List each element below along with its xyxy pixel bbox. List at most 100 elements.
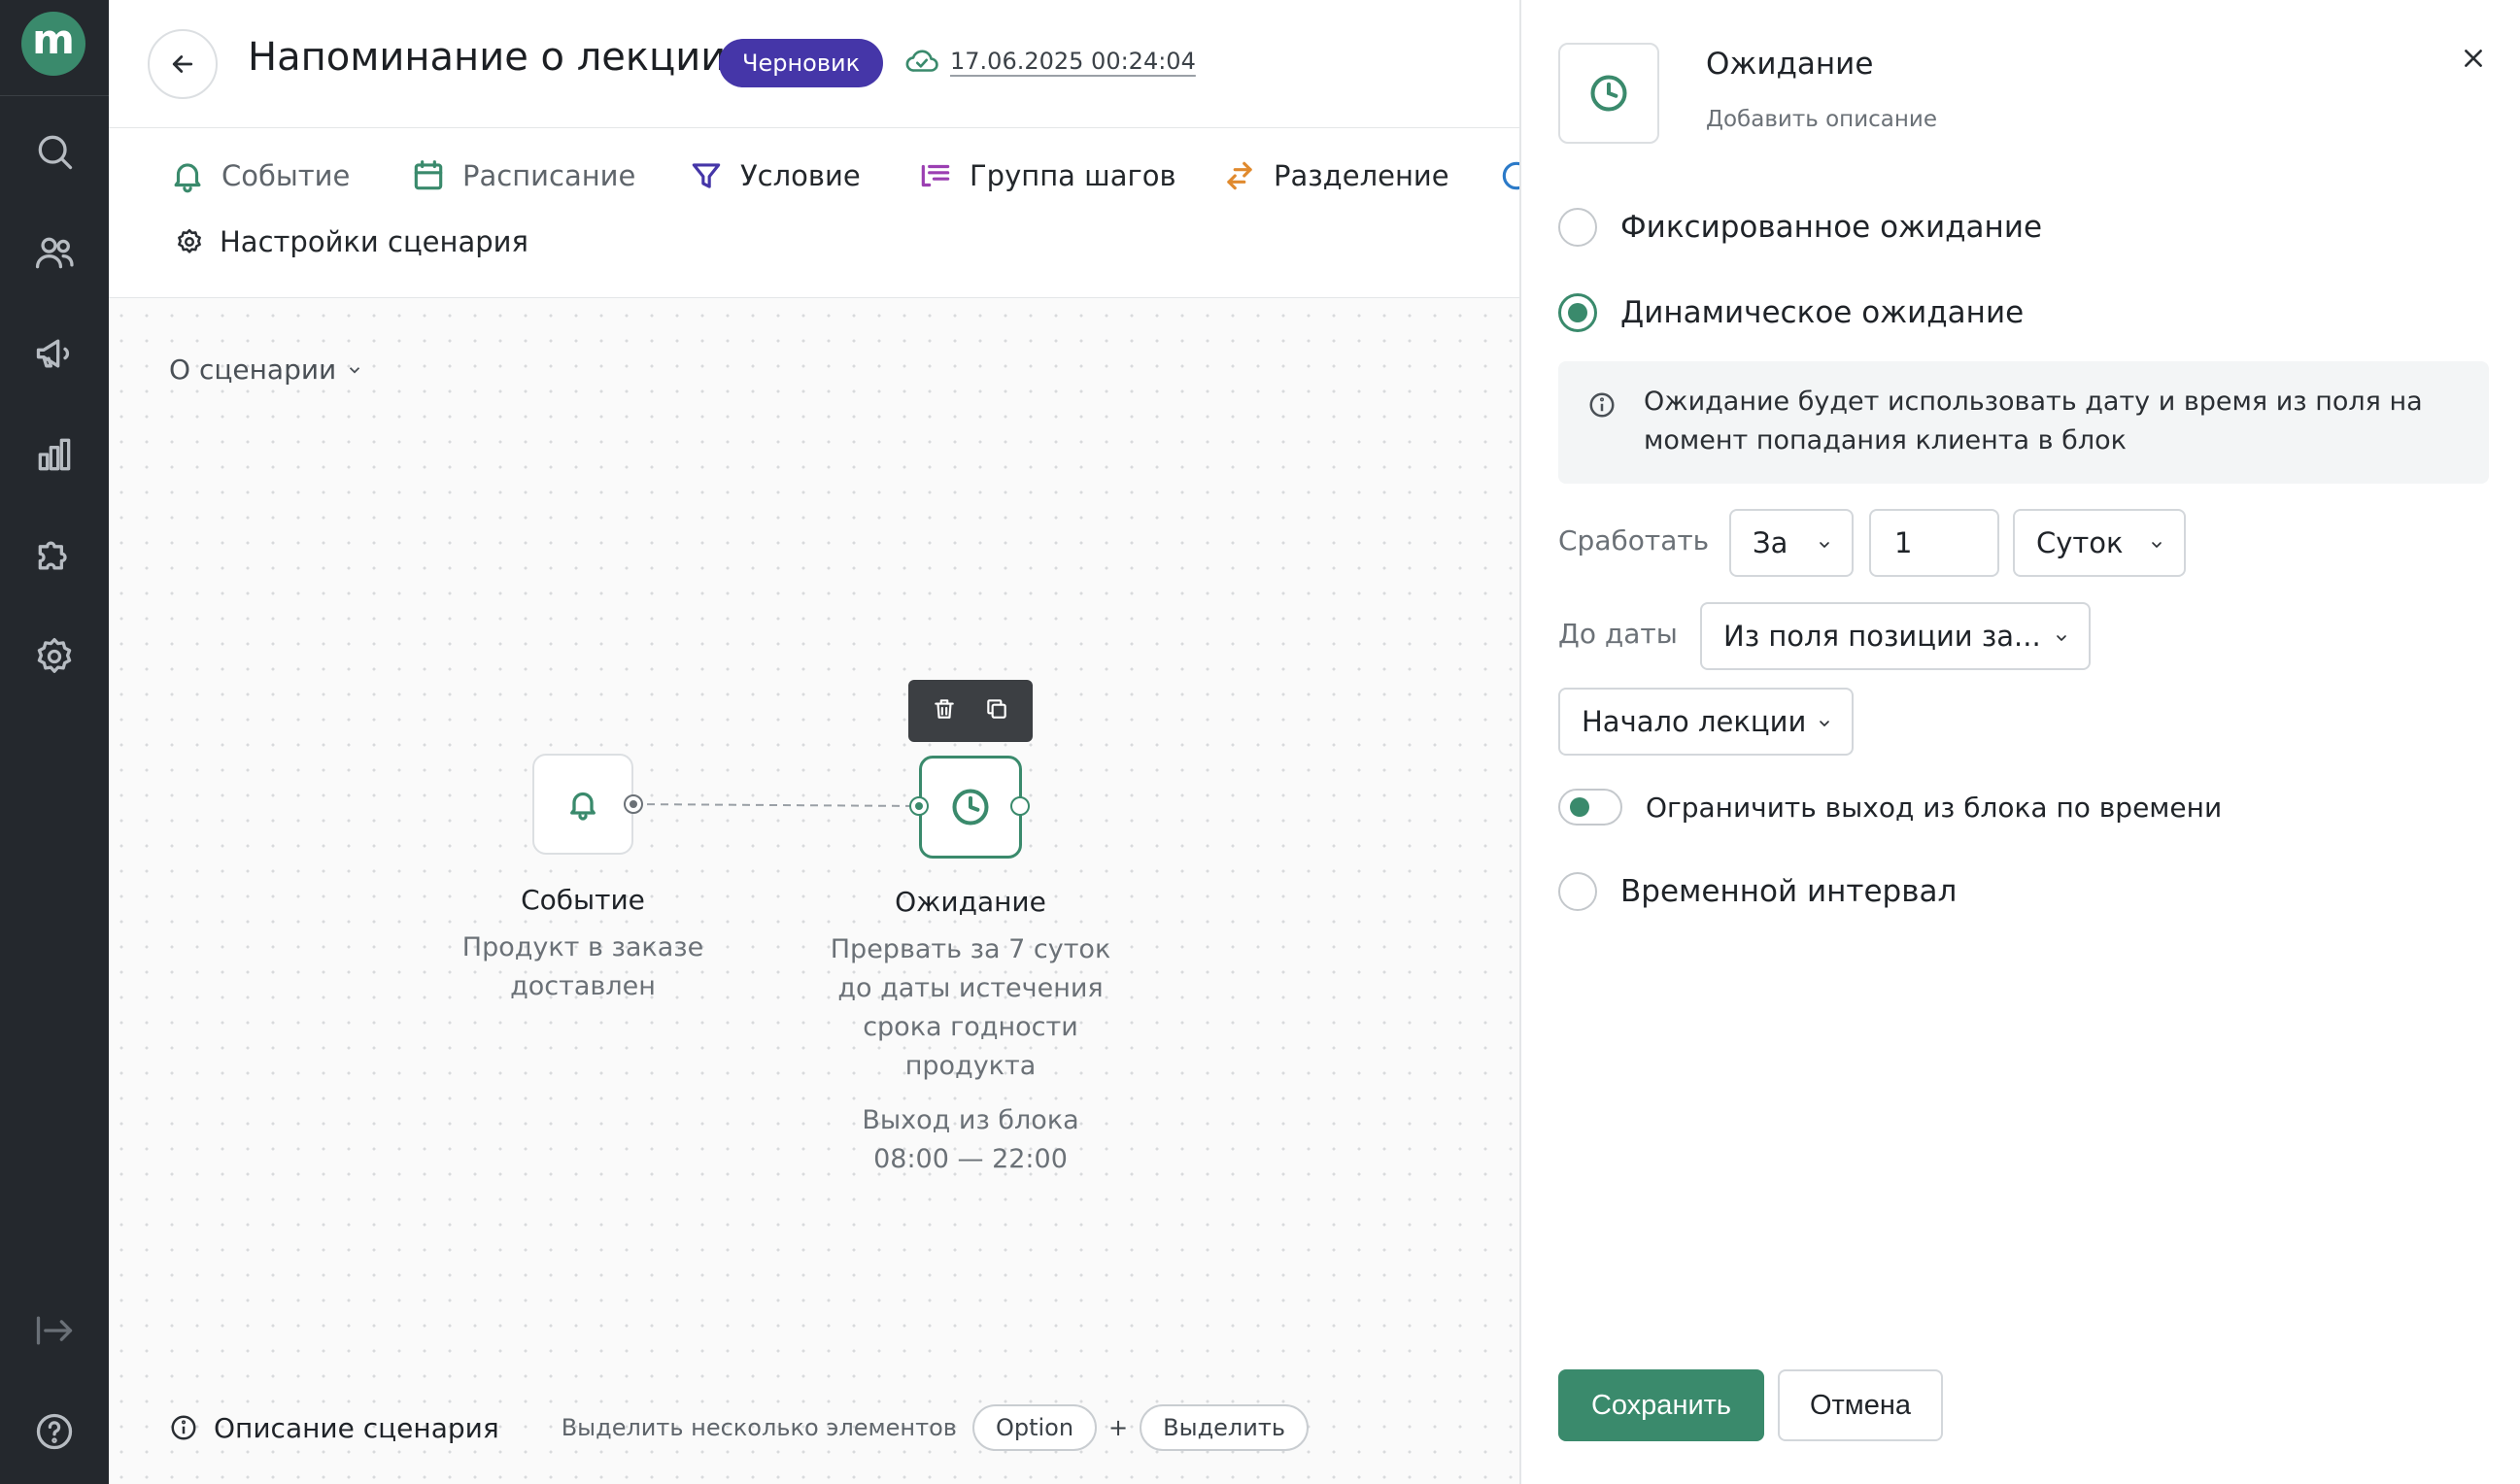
- sidebar-item-analytics[interactable]: [25, 425, 84, 484]
- duplicate-node-button[interactable]: [984, 696, 1009, 725]
- event-node-output-port[interactable]: [624, 794, 643, 814]
- option-time-interval[interactable]: Временной интервал: [1558, 872, 1957, 911]
- wait-node-description-line: до даты истечения: [837, 973, 1104, 1003]
- saved-timestamp[interactable]: 17.06.2025 00:24:04: [950, 48, 1196, 75]
- search-icon: [38, 135, 73, 170]
- radio-time-interval[interactable]: [1558, 872, 1597, 911]
- steps-group-icon: [921, 164, 950, 187]
- info-text: Ожидание будет использовать дату и время…: [1644, 387, 2423, 455]
- chevron-down-icon: [2152, 542, 2162, 548]
- toolbar-item-event[interactable]: Событие: [169, 157, 350, 194]
- wait-node-output-port[interactable]: [1010, 796, 1030, 816]
- key-plus: +: [1108, 1414, 1129, 1441]
- limit-exit-label: Ограничить выход из блока по времени: [1646, 791, 2223, 824]
- sidebar-item-search[interactable]: [25, 122, 84, 181]
- scenario-description-label: Описание сценария: [214, 1411, 499, 1444]
- copy-icon: [987, 699, 1006, 719]
- node-actions-toolbar: [908, 680, 1033, 742]
- toolbar-item-condition[interactable]: Условие: [688, 157, 861, 194]
- add-description-link[interactable]: Добавить описание: [1706, 107, 1937, 132]
- bell-icon: [174, 163, 201, 193]
- trigger-unit-value: Суток: [2036, 526, 2124, 559]
- wait-node-description-line: Прервать за 7 суток: [830, 934, 1111, 964]
- sidebar-item-integrations[interactable]: [25, 526, 84, 585]
- toolbar-item-scenario-settings[interactable]: Настройки сценария: [175, 225, 528, 258]
- info-icon: [171, 1415, 196, 1440]
- back-button[interactable]: [148, 29, 218, 99]
- event-node[interactable]: [532, 754, 633, 855]
- collapse-icon: [36, 1316, 73, 1345]
- chevron-down-icon: [1820, 721, 1829, 726]
- option-label: Динамическое ожидание: [1620, 295, 2025, 330]
- wait-node-description-line: срока годности: [863, 1012, 1078, 1042]
- bell-icon: [570, 792, 596, 821]
- until-field-select[interactable]: Начало лекции: [1558, 688, 1854, 756]
- arrow-left-icon: [172, 55, 193, 73]
- wait-node-input-port[interactable]: [909, 796, 929, 816]
- close-icon: [2465, 50, 2482, 67]
- trigger-direction-select[interactable]: За: [1729, 509, 1854, 577]
- save-button[interactable]: Сохранить: [1558, 1369, 1764, 1441]
- trigger-direction-value: За: [1753, 526, 1788, 559]
- sidebar-item-campaigns[interactable]: [25, 324, 84, 383]
- until-source-select[interactable]: Из поля позиции за...: [1700, 602, 2091, 670]
- help-icon: [36, 1413, 73, 1450]
- limit-exit-toggle[interactable]: [1558, 789, 1622, 826]
- status-badge: Черновик: [719, 39, 884, 87]
- gear-icon: [178, 228, 201, 253]
- close-panel-button[interactable]: [2454, 39, 2493, 78]
- clock-icon: [952, 789, 989, 826]
- wait-node-exit-line: Выход из блока: [862, 1105, 1079, 1135]
- block-toolbar: Событие Расписание Условие Группа шагов …: [109, 128, 1519, 298]
- delete-node-button[interactable]: [932, 696, 957, 725]
- key-option: Option: [971, 1404, 1098, 1451]
- scenario-canvas[interactable]: Напоминание о лекции Черновик 17.06.2025…: [109, 0, 1519, 1484]
- app-logo[interactable]: m: [21, 12, 85, 76]
- until-field-value: Начало лекции: [1582, 705, 1807, 738]
- until-date-label: До даты: [1558, 618, 1678, 650]
- panel-block-icon: [1558, 43, 1659, 144]
- calendar-icon: [414, 160, 443, 190]
- toolbar-item-label: Разделение: [1274, 159, 1449, 192]
- sidebar-item-settings[interactable]: [25, 627, 84, 686]
- radio-dynamic-wait[interactable]: [1558, 293, 1597, 332]
- sidebar-item-collapse[interactable]: [25, 1301, 84, 1360]
- event-node-description: Продукт в заказе доставлен: [461, 932, 704, 1001]
- wait-node-description: Прервать за 7 суток до даты истечения ср…: [776, 930, 1165, 1086]
- filter-icon: [692, 163, 721, 188]
- sidebar-item-users[interactable]: [25, 223, 84, 282]
- sidebar-item-help[interactable]: [25, 1402, 84, 1461]
- cancel-button[interactable]: Отмена: [1778, 1369, 1943, 1441]
- save-status: 17.06.2025 00:24:04: [903, 47, 1196, 76]
- megaphone-icon: [36, 339, 70, 368]
- chevron-down-icon: [350, 366, 360, 374]
- dynamic-wait-info: Ожидание будет использовать дату и время…: [1558, 361, 2489, 484]
- page-title: Напоминание о лекции: [248, 35, 727, 80]
- radio-fixed-wait[interactable]: [1558, 208, 1597, 247]
- wait-settings-panel: Ожидание Добавить описание Фиксированное…: [1519, 0, 2520, 1484]
- about-scenario-label: О сценарии: [169, 354, 337, 386]
- option-fixed-wait[interactable]: Фиксированное ожидание: [1558, 208, 2042, 247]
- limit-exit-toggle-row[interactable]: Ограничить выход из блока по времени: [1558, 789, 2222, 826]
- wait-node[interactable]: [919, 756, 1022, 859]
- until-source-value: Из поля позиции за...: [1723, 620, 2041, 653]
- scenario-description-button[interactable]: Описание сценария: [169, 1412, 499, 1444]
- panel-title[interactable]: Ожидание: [1706, 47, 1873, 82]
- split-icon: [1227, 161, 1252, 190]
- toolbar-item-more[interactable]: [1498, 157, 1519, 194]
- about-scenario-dropdown[interactable]: О сценарии: [169, 354, 363, 386]
- trigger-unit-select[interactable]: Суток: [2013, 509, 2186, 577]
- toolbar-item-label: Условие: [740, 159, 861, 192]
- wait-node-description-line: продукта: [904, 1051, 1037, 1081]
- trigger-amount-input[interactable]: 1: [1869, 509, 1999, 577]
- toolbar-item-split[interactable]: Разделение: [1221, 157, 1449, 194]
- toolbar-item-steps-group[interactable]: Группа шагов: [917, 157, 1176, 194]
- chart-icon: [38, 438, 71, 471]
- option-label: Временной интервал: [1620, 874, 1958, 909]
- trigger-amount-value: 1: [1894, 526, 1913, 559]
- option-dynamic-wait[interactable]: Динамическое ожидание: [1558, 293, 2024, 332]
- users-icon: [35, 237, 74, 269]
- sidebar-divider: [0, 95, 109, 96]
- toolbar-item-schedule[interactable]: Расписание: [410, 157, 635, 194]
- info-icon: [1589, 392, 1615, 418]
